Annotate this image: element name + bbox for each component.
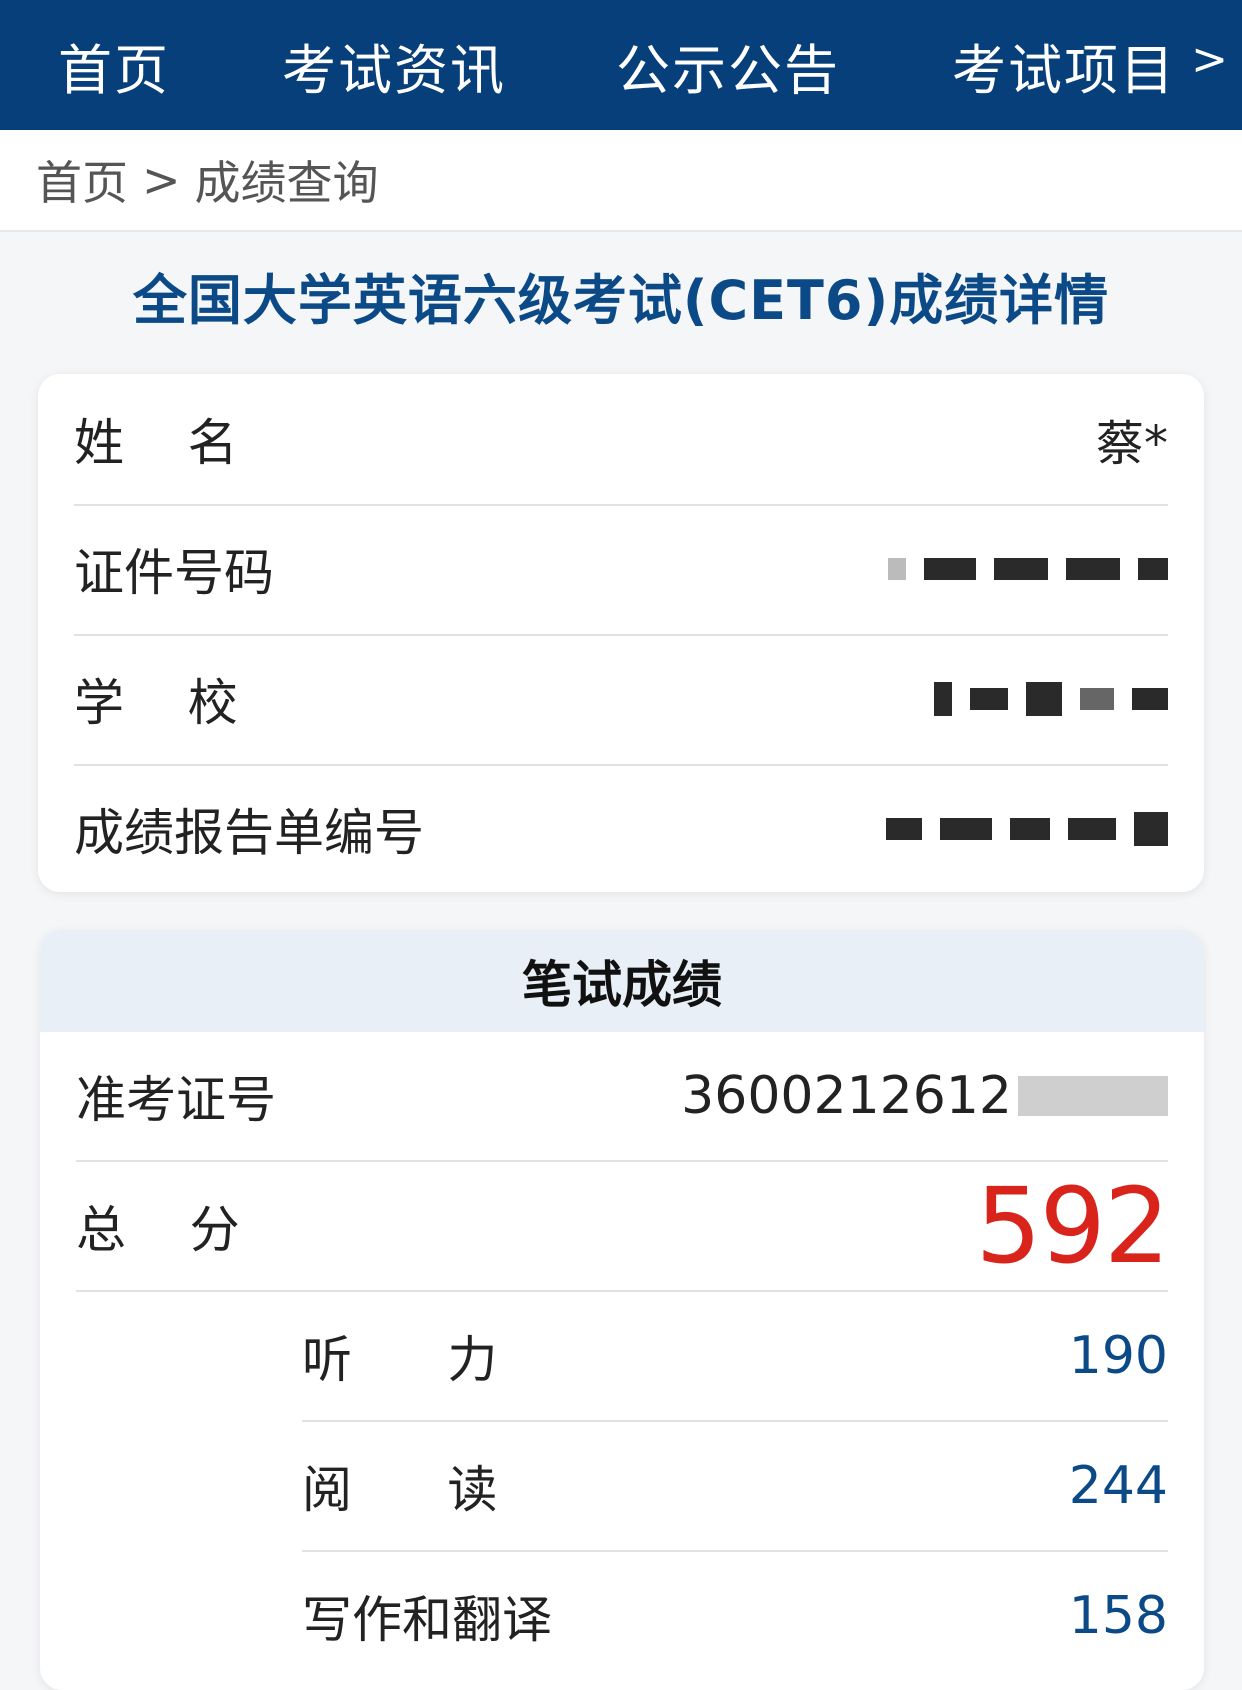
reading-row: 阅 读 244 [302, 1422, 1168, 1552]
report-number-masked-value [886, 812, 1168, 846]
nav-exam-projects[interactable]: 考试项目 [952, 26, 1176, 105]
school-row: 学 校 [74, 634, 1168, 766]
nav-exam-news[interactable]: 考试资讯 [282, 26, 506, 105]
candidate-info-card: 姓 名 蔡* 证件号码 学 校 成绩报告单编号 [38, 374, 1204, 892]
report-number-row: 成绩报告单编号 [74, 764, 1168, 894]
page-title: 全国大学英语六级考试(CET6)成绩详情 [132, 269, 1110, 332]
written-score-card: 笔试成绩 准考证号 3600212612 总 分 592 听 力 190 阅 读… [40, 930, 1204, 1690]
writing-translation-score: 158 [1068, 1586, 1168, 1646]
nav-announcements[interactable]: 公示公告 [616, 26, 840, 105]
school-label: 学 校 [74, 674, 238, 732]
name-row: 姓 名 蔡* [74, 374, 1168, 506]
ticket-label: 准考证号 [76, 1071, 276, 1129]
id-masked-value [888, 558, 1168, 580]
total-score: 592 [975, 1165, 1170, 1287]
reading-label: 阅 读 [302, 1461, 498, 1519]
name-label: 姓 名 [74, 414, 238, 472]
listening-row: 听 力 190 [302, 1292, 1168, 1422]
listening-score: 190 [1068, 1326, 1168, 1386]
ticket-value-wrap: 3600212612 [681, 1066, 1168, 1126]
breadcrumb-current: 成绩查询 [194, 156, 379, 210]
breadcrumb-separator: > [142, 153, 181, 207]
id-row: 证件号码 [74, 504, 1168, 636]
ticket-masked-suffix [1018, 1076, 1168, 1116]
top-nav: 首页 考试资讯 公示公告 考试项目 > [0, 0, 1242, 130]
report-number-label: 成绩报告单编号 [74, 804, 424, 862]
nav-home[interactable]: 首页 [58, 26, 170, 105]
total-label: 总 分 [76, 1201, 240, 1259]
written-score-header: 笔试成绩 [40, 930, 1204, 1032]
breadcrumb: 首页 > 成绩查询 [0, 130, 1242, 232]
nav-more-icon[interactable]: > [1191, 34, 1228, 85]
total-row: 总 分 592 [76, 1162, 1170, 1292]
ticket-row: 准考证号 3600212612 [76, 1032, 1168, 1162]
name-value: 蔡* [1095, 416, 1168, 472]
ticket-value: 3600212612 [681, 1066, 1012, 1126]
writing-translation-label: 写作和翻译 [302, 1591, 552, 1649]
writing-translation-row: 写作和翻译 158 [302, 1552, 1168, 1680]
breadcrumb-home[interactable]: 首页 [36, 147, 128, 213]
school-masked-value [934, 682, 1168, 716]
id-label: 证件号码 [74, 544, 274, 602]
reading-score: 244 [1068, 1456, 1168, 1516]
listening-label: 听 力 [302, 1331, 498, 1389]
